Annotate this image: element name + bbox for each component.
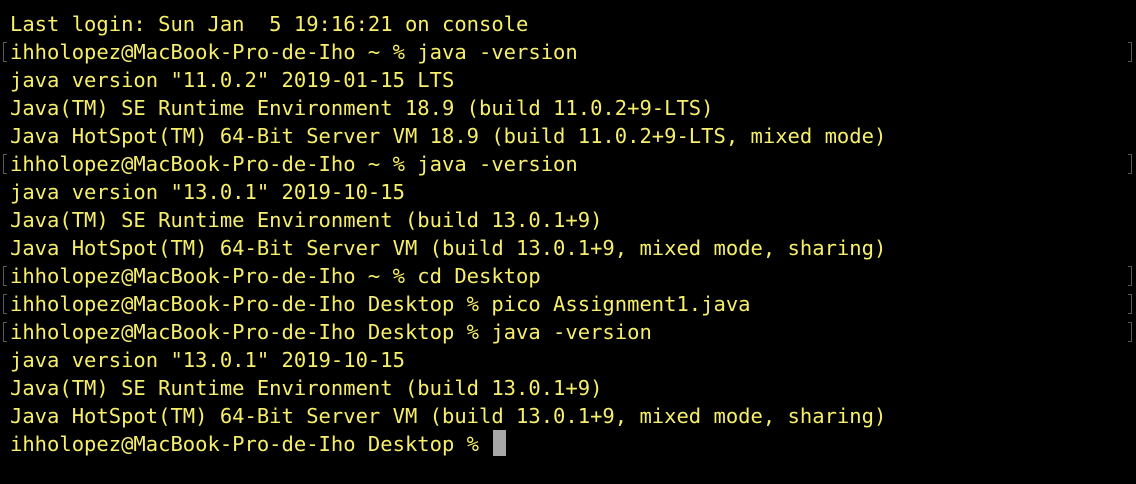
line-mark-right	[1128, 154, 1132, 174]
terminal-line-output: Java HotSpot(TM) 64-Bit Server VM (build…	[10, 236, 887, 260]
terminal-line-command: ihholopez@MacBook-Pro-de-Iho ~ % java -v…	[10, 40, 578, 64]
line-mark-right	[1128, 266, 1132, 286]
terminal-line-output: Java(TM) SE Runtime Environment 18.9 (bu…	[10, 96, 714, 120]
line-mark-right	[1128, 294, 1132, 314]
terminal-line-output: Java(TM) SE Runtime Environment (build 1…	[10, 208, 603, 232]
line-mark-left	[3, 266, 7, 286]
line-mark-left	[3, 322, 7, 342]
terminal-prompt-line[interactable]: ihholopez@MacBook-Pro-de-Iho Desktop %	[10, 430, 507, 458]
terminal-line-output: java version "13.0.1" 2019-10-15	[10, 180, 405, 204]
line-mark-right	[1128, 322, 1132, 342]
terminal-line-output: java version "11.0.2" 2019-01-15 LTS	[10, 68, 455, 92]
terminal-line-output: Java(TM) SE Runtime Environment (build 1…	[10, 376, 603, 400]
line-mark-left	[3, 294, 7, 314]
terminal-window[interactable]: Last login: Sun Jan 5 19:16:21 on consol…	[0, 0, 1136, 484]
terminal-line-command: ihholopez@MacBook-Pro-de-Iho ~ % java -v…	[10, 152, 578, 176]
terminal-line-output: Java HotSpot(TM) 64-Bit Server VM 18.9 (…	[10, 124, 887, 148]
terminal-prompt: ihholopez@MacBook-Pro-de-Iho Desktop %	[10, 432, 492, 456]
text-cursor	[493, 430, 507, 456]
terminal-line-output: Java HotSpot(TM) 64-Bit Server VM (build…	[10, 404, 887, 428]
terminal-line-command: ihholopez@MacBook-Pro-de-Iho ~ % cd Desk…	[10, 264, 541, 288]
terminal-line-command: ihholopez@MacBook-Pro-de-Iho Desktop % j…	[10, 320, 652, 344]
terminal-line-command: ihholopez@MacBook-Pro-de-Iho Desktop % p…	[10, 292, 751, 316]
line-mark-left	[3, 154, 7, 174]
line-mark-right	[1128, 42, 1132, 62]
terminal-line-login: Last login: Sun Jan 5 19:16:21 on consol…	[10, 12, 529, 36]
line-mark-left	[3, 42, 7, 62]
terminal-line-output: java version "13.0.1" 2019-10-15	[10, 348, 405, 372]
